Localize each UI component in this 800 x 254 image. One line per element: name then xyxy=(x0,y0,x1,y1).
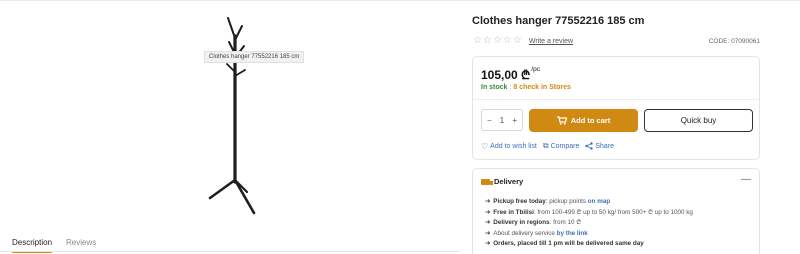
purchase-divider xyxy=(473,99,759,100)
purchase-box: 105,00 ₾/pc In stock : 8 check in Stores… xyxy=(472,56,760,160)
star-icon[interactable]: ☆ xyxy=(503,36,512,46)
add-to-cart-button[interactable]: Add to cart xyxy=(529,109,638,132)
add-to-cart-label: Add to cart xyxy=(570,116,611,125)
write-review-link[interactable]: Write a review xyxy=(529,38,573,45)
quantity-value[interactable]: 1 xyxy=(500,116,504,125)
currency-symbol: ₾ xyxy=(521,68,531,82)
arrow-icon: ➔ xyxy=(485,208,491,216)
compare-link[interactable]: ⧉ Compare xyxy=(543,141,580,151)
delivery-title: Delivery xyxy=(494,177,524,186)
delivery-service-link[interactable]: by the link xyxy=(557,230,588,237)
cart-icon xyxy=(556,116,567,125)
price-unit: /pc xyxy=(531,66,540,73)
rating-row: ☆ ☆ ☆ ☆ ☆ Write a review xyxy=(473,36,573,46)
arrow-icon: ➔ xyxy=(485,240,491,247)
star-icon[interactable]: ☆ xyxy=(513,36,522,46)
arrow-icon: ➔ xyxy=(485,198,491,205)
price: 105,00 ₾/pc xyxy=(481,66,540,83)
list-item: ➔ Pickup free today: pickup points on map xyxy=(485,198,611,205)
arrow-icon: ➔ xyxy=(485,219,491,226)
product-code: CODE: 07090061 xyxy=(708,38,760,45)
collapse-icon[interactable]: — xyxy=(741,174,751,185)
truck-icon xyxy=(481,178,493,185)
stock-count[interactable]: 8 xyxy=(513,84,517,91)
arrow-icon: ➔ xyxy=(485,229,491,237)
product-gallery: Clothes hanger 77552216 185 cm xyxy=(0,0,460,232)
product-title: Clothes hanger 77552216 185 cm xyxy=(472,15,645,27)
product-actions: ♡ Add to wish list ⧉ Compare Share xyxy=(481,141,614,151)
stock-status: In stock : 8 check in Stores xyxy=(481,84,571,91)
list-item: ➔ Orders, placed till 1 pm will be delive… xyxy=(485,240,644,247)
compare-icon: ⧉ xyxy=(542,141,549,150)
delivery-panel: Delivery — ➔ Pickup free today: pickup po… xyxy=(472,168,760,254)
tabs-divider xyxy=(0,251,460,252)
stock-label: In stock xyxy=(481,84,508,91)
check-in-stores-link[interactable]: check in Stores xyxy=(519,84,571,91)
compare-label: Compare xyxy=(550,142,580,150)
delivery-header[interactable]: Delivery xyxy=(481,177,523,186)
delivery-list: ➔ Pickup free today: pickup points on map… xyxy=(485,197,693,250)
star-icon[interactable]: ☆ xyxy=(493,36,502,46)
star-icon[interactable]: ☆ xyxy=(473,36,482,46)
star-icon[interactable]: ☆ xyxy=(483,36,492,46)
list-item: ➔ About delivery service by the link xyxy=(485,229,588,237)
wishlist-link[interactable]: ♡ Add to wish list xyxy=(481,142,537,151)
stock-separator: : xyxy=(509,84,512,91)
coat-stand-icon[interactable] xyxy=(195,14,275,219)
quick-buy-button[interactable]: Quick buy xyxy=(644,109,753,132)
share-icon xyxy=(585,142,594,150)
quantity-stepper[interactable]: − 1 + xyxy=(481,109,523,131)
map-link[interactable]: on map xyxy=(588,198,610,205)
list-item: ➔ Free in Tbilisi: from 100-499 ₾ up to 5… xyxy=(485,208,693,216)
price-value: 105,00 xyxy=(481,68,518,82)
minus-button[interactable]: − xyxy=(487,116,492,125)
share-label: Share xyxy=(595,142,615,150)
wishlist-label: Add to wish list xyxy=(490,142,537,150)
list-item: ➔ Delivery in regions: from 10 ₾ xyxy=(485,219,582,226)
plus-button[interactable]: + xyxy=(512,116,517,125)
image-tooltip: Clothes hanger 77552216 185 cm xyxy=(204,51,305,63)
heart-icon: ♡ xyxy=(481,141,489,151)
share-link[interactable]: Share xyxy=(585,142,614,150)
